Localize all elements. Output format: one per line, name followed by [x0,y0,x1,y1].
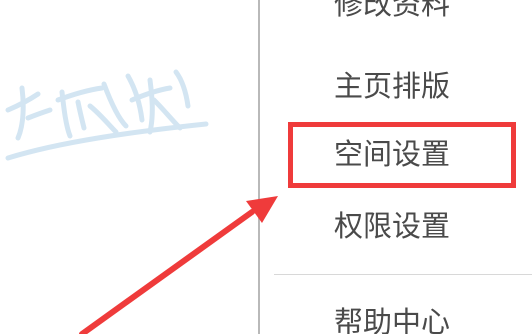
menu-item-permission-settings[interactable]: 权限设置 [334,212,450,241]
screenshot-canvas: 修改资料 主页排版 空间设置 权限设置 帮助中心 [0,0,532,334]
red-highlight-box [288,122,516,188]
menu-item-homepage-layout[interactable]: 主页排版 [334,72,450,101]
menu-divider [274,274,532,275]
menu-item-help-center[interactable]: 帮助中心 [334,308,450,334]
background-area [0,0,258,334]
menu-item-edit-profile[interactable]: 修改资料 [334,0,450,19]
handwritten-watermark [5,69,209,161]
